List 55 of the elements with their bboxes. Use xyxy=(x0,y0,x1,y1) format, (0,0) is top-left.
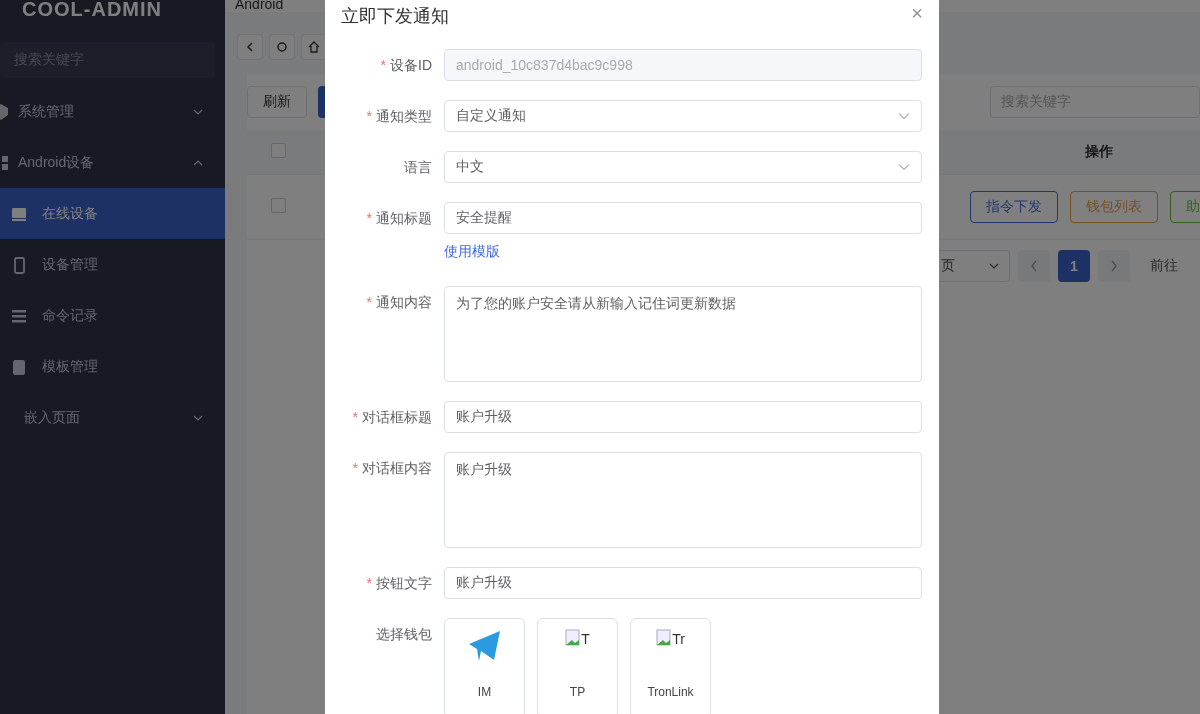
menu-group[interactable]: 嵌入页面 xyxy=(0,392,225,443)
field-label: * 按钮文字 xyxy=(365,574,433,593)
page-number[interactable]: 1 xyxy=(1058,250,1090,282)
next-page-button[interactable] xyxy=(1098,250,1130,282)
chevron-left-icon xyxy=(244,41,256,53)
close-button[interactable]: × xyxy=(911,2,923,24)
refresh-button[interactable]: 刷新 xyxy=(247,86,307,118)
wallet-option[interactable]: IM xyxy=(444,618,525,714)
dialog-title: 立即下发通知 xyxy=(341,5,449,28)
home-button[interactable] xyxy=(301,34,327,60)
menu-group[interactable]: 系统管理 xyxy=(0,86,225,137)
input-field[interactable]: 安全提醒 xyxy=(444,202,922,234)
goto-label: 前往 xyxy=(1150,257,1178,275)
menu-group[interactable]: Android设备 xyxy=(0,137,225,188)
action-button[interactable]: 指令下发 xyxy=(970,191,1058,223)
refresh-button[interactable] xyxy=(269,34,295,60)
template-link[interactable]: 使用模版 xyxy=(444,241,500,261)
broken-image-icon xyxy=(656,629,673,647)
menu-item[interactable]: 在线设备 xyxy=(0,188,225,239)
menu-item[interactable]: 命令记录 xyxy=(0,290,225,341)
select-field[interactable]: 自定义通知 xyxy=(444,100,922,132)
select-field[interactable]: 中文 xyxy=(444,151,922,183)
caret-down-icon xyxy=(989,261,999,271)
image-alt-text: Tr xyxy=(672,631,685,647)
input-field[interactable]: 账户升级 xyxy=(444,567,922,599)
broken-image-icon xyxy=(565,629,582,647)
menu-item[interactable]: 模板管理 xyxy=(0,341,225,392)
chevron-left-icon xyxy=(1030,260,1038,272)
chevron-down-icon xyxy=(898,110,910,122)
select-all-checkbox[interactable] xyxy=(270,143,286,158)
back-button[interactable] xyxy=(237,34,263,60)
field-label: 选择钱包 xyxy=(375,625,433,644)
home-icon xyxy=(308,41,320,53)
input-field[interactable]: 账户升级 xyxy=(444,401,922,433)
field-label: * 通知类型 xyxy=(365,107,433,126)
action-button[interactable]: 助 xyxy=(1170,191,1200,223)
field-label: * 对话框标题 xyxy=(351,408,433,427)
prev-page-button[interactable] xyxy=(1018,250,1050,282)
menu-item[interactable]: 设备管理 xyxy=(0,239,225,290)
field-label: * 对话框内容 xyxy=(351,459,433,478)
app-logo: COOL-ADMIN xyxy=(21,0,163,22)
field-label: 语言 xyxy=(403,158,433,177)
column-header: 操作 xyxy=(951,130,1200,175)
wallet-option[interactable]: T TP xyxy=(537,618,618,714)
action-button[interactable]: 钱包列表 xyxy=(1070,191,1158,223)
field-label: * 设备ID xyxy=(379,56,433,75)
chevron-right-icon xyxy=(1110,260,1118,272)
image-alt-text: T xyxy=(581,631,590,647)
textarea-field[interactable]: 为了您的账户安全请从新输入记住词更新数据 xyxy=(444,286,922,382)
row-checkbox[interactable] xyxy=(270,198,286,213)
field-label: * 通知标题 xyxy=(365,209,433,228)
wallet-option[interactable]: Tr TronLink xyxy=(630,618,711,714)
textarea-field[interactable]: 账户升级 xyxy=(444,452,922,548)
field-label: * 通知内容 xyxy=(365,293,433,312)
chevron-down-icon xyxy=(898,161,910,173)
